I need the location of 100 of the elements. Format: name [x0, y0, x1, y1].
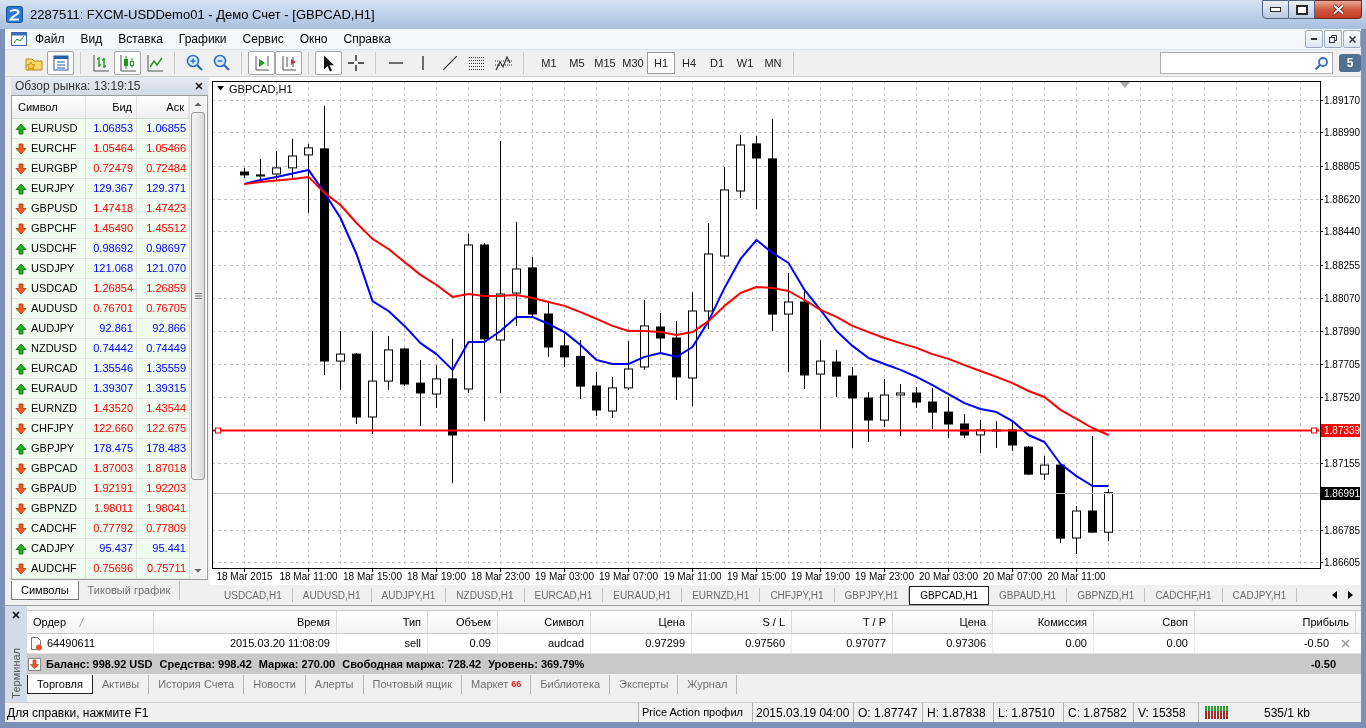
- symbol-tab[interactable]: CHFJPY,H1: [760, 588, 835, 602]
- close-button[interactable]: [193, 80, 205, 92]
- minimize-button[interactable]: [1305, 30, 1323, 48]
- messages-button[interactable]: 5: [1339, 54, 1361, 72]
- chart-shift-marker-icon[interactable]: [1120, 82, 1130, 88]
- symbol-name[interactable]: GBPJPY: [31, 440, 75, 457]
- chart-window-icon[interactable]: [11, 31, 27, 47]
- menu-item[interactable]: Справка: [335, 28, 399, 50]
- column-header[interactable]: Символ: [12, 96, 86, 118]
- horizontal-line[interactable]: [212, 429, 1320, 432]
- symbol-name[interactable]: NZDUSD: [31, 340, 77, 357]
- symbol-name[interactable]: AUDCHF: [31, 560, 77, 577]
- column-header[interactable]: Тип: [337, 611, 428, 633]
- terminal-tab[interactable]: Библиотека: [531, 675, 611, 694]
- timeframe-button[interactable]: M30: [619, 52, 647, 74]
- column-header[interactable]: Прибыль: [1195, 611, 1356, 633]
- symbol-name[interactable]: AUDJPY: [31, 320, 75, 337]
- dropdown-triangle-icon[interactable]: [217, 86, 224, 91]
- symbol-name[interactable]: CADCHF: [31, 520, 77, 537]
- symbol-tab[interactable]: CADCHF,H1: [1145, 588, 1223, 602]
- symbol-tab[interactable]: CADJPY,H1: [1222, 588, 1298, 602]
- terminal-tab[interactable]: Активы: [92, 675, 150, 694]
- symbol-tab[interactable]: EURAUD,H1: [603, 588, 683, 602]
- search-field[interactable]: [1160, 52, 1333, 74]
- menu-item[interactable]: Файл: [27, 28, 73, 50]
- column-header[interactable]: Ордер: [27, 611, 154, 633]
- terminal-tab[interactable]: Маркет 66: [462, 675, 532, 694]
- symbol-name[interactable]: EURCAD: [31, 360, 78, 377]
- close-button[interactable]: [1343, 30, 1361, 48]
- symbol-tab[interactable]: USDCAD,H1: [214, 588, 293, 602]
- symbol-tab[interactable]: GBPCAD,H1: [909, 585, 990, 605]
- panel-tab[interactable]: Тиковый график: [78, 581, 181, 600]
- symbol-name[interactable]: USDCHF: [31, 240, 77, 257]
- close-button[interactable]: [10, 609, 22, 621]
- timeframe-button[interactable]: M15: [591, 52, 619, 74]
- restore-button[interactable]: [1324, 30, 1342, 48]
- timeframe-button[interactable]: H4: [675, 52, 703, 74]
- symbol-name[interactable]: EURCHF: [31, 140, 77, 157]
- timeframe-button[interactable]: M5: [563, 52, 591, 74]
- terminal-tab[interactable]: Торговля: [27, 675, 93, 694]
- symbol-name[interactable]: EURUSD: [31, 120, 78, 137]
- column-header[interactable]: Комиссия: [993, 611, 1094, 633]
- menu-item[interactable]: Сервис: [234, 28, 292, 50]
- column-header[interactable]: S / L: [692, 611, 792, 633]
- scrollbar[interactable]: [189, 96, 206, 579]
- symbol-tab[interactable]: AUDUSD,H1: [292, 588, 372, 602]
- column-header[interactable]: Объем: [428, 611, 498, 633]
- menu-item[interactable]: Вставка: [110, 28, 171, 50]
- symbol-tab[interactable]: EURNZD,H1: [682, 588, 761, 602]
- column-header[interactable]: T / P: [792, 611, 893, 633]
- column-header[interactable]: Своп: [1094, 611, 1195, 633]
- menu-item[interactable]: Графики: [170, 28, 235, 50]
- terminal-tab[interactable]: Эксперты: [610, 675, 679, 694]
- column-header[interactable]: Цена: [591, 611, 692, 633]
- terminal-tab[interactable]: История Счета: [149, 675, 245, 694]
- menu-item[interactable]: Окно: [291, 28, 336, 50]
- terminal-tab[interactable]: Журнал: [678, 675, 738, 694]
- symbol-name[interactable]: EURNZD: [31, 400, 77, 417]
- symbol-name[interactable]: GBPAUD: [31, 480, 77, 497]
- symbol-tab[interactable]: AUDJPY,H1: [371, 588, 447, 602]
- minimize-button[interactable]: [1262, 0, 1289, 19]
- close-icon[interactable]: [1341, 639, 1350, 648]
- terminal-tab[interactable]: Алерты: [305, 675, 364, 694]
- timeframe-button[interactable]: H1: [647, 52, 675, 74]
- column-header[interactable]: Бид: [86, 96, 137, 118]
- symbol-name[interactable]: AUDUSD: [31, 300, 78, 317]
- scrollbar-thumb[interactable]: [191, 112, 205, 480]
- timeframe-button[interactable]: MN: [759, 52, 787, 74]
- toolbar-button[interactable]: [47, 51, 74, 75]
- symbol-name[interactable]: CADJPY: [31, 540, 75, 557]
- symbol-tab[interactable]: NZDUSD,H1: [446, 588, 525, 602]
- symbol-name[interactable]: GBPCHF: [31, 220, 77, 237]
- symbol-name[interactable]: EURGBP: [31, 160, 78, 177]
- column-header[interactable]: Время: [154, 611, 337, 633]
- symbol-name[interactable]: CHFJPY: [31, 420, 74, 437]
- timeframe-button[interactable]: D1: [703, 52, 731, 74]
- column-header[interactable]: Символ: [498, 611, 591, 633]
- symbol-name[interactable]: GBPCAD: [31, 460, 78, 477]
- symbol-name[interactable]: USDCAD: [31, 280, 78, 297]
- menu-item[interactable]: Вид: [72, 28, 111, 50]
- column-header[interactable]: Цена: [893, 611, 993, 633]
- maximize-button[interactable]: [1289, 0, 1315, 19]
- search-icon[interactable]: [1314, 55, 1329, 71]
- panel-tab[interactable]: Символы: [11, 581, 79, 600]
- selection-handle-icon[interactable]: [215, 427, 221, 434]
- symbol-tab[interactable]: GBPNZD,H1: [1067, 588, 1146, 602]
- close-button[interactable]: [1315, 0, 1362, 19]
- timeframe-button[interactable]: W1: [731, 52, 759, 74]
- toolbar-button[interactable]: [315, 51, 342, 75]
- symbol-name[interactable]: GBPUSD: [31, 200, 78, 217]
- symbol-name[interactable]: EURJPY: [31, 180, 75, 197]
- selection-handle-icon[interactable]: [1311, 427, 1317, 434]
- symbol-name[interactable]: USDJPY: [31, 260, 75, 277]
- timeframe-button[interactable]: M1: [535, 52, 563, 74]
- symbol-name[interactable]: GBPNZD: [31, 500, 77, 517]
- symbol-name[interactable]: EURAUD: [31, 380, 78, 397]
- terminal-tab[interactable]: Новости: [244, 675, 306, 694]
- terminal-tab[interactable]: Почтовый ящик: [363, 675, 462, 694]
- symbol-tab[interactable]: EURCAD,H1: [524, 588, 604, 602]
- symbol-tab[interactable]: GBPAUD,H1: [989, 588, 1068, 602]
